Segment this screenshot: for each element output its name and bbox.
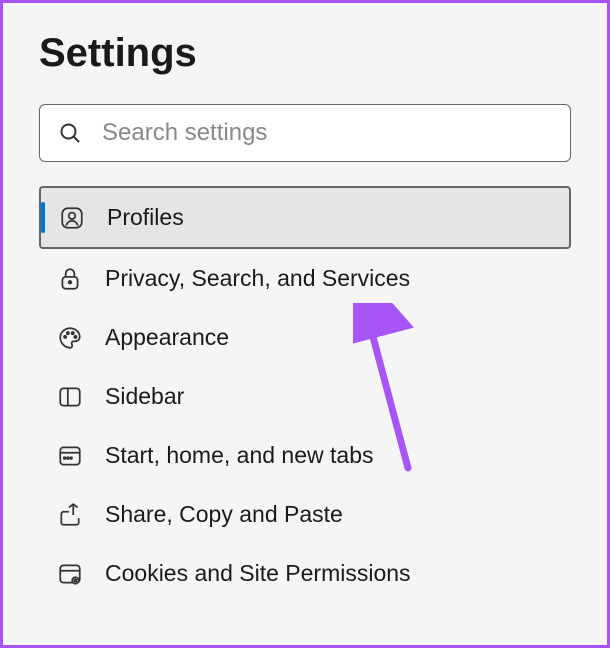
palette-icon	[57, 325, 83, 351]
search-icon	[58, 121, 82, 145]
browser-gear-icon	[57, 561, 83, 587]
nav-item-profiles[interactable]: Profiles	[39, 186, 571, 249]
profile-icon	[59, 205, 85, 231]
nav-label: Privacy, Search, and Services	[105, 265, 553, 292]
search-input[interactable]	[102, 119, 552, 147]
page-title: Settings	[39, 31, 571, 76]
window-icon	[57, 443, 83, 469]
nav-label: Start, home, and new tabs	[105, 442, 553, 469]
nav-item-cookies[interactable]: Cookies and Site Permissions	[39, 544, 571, 603]
lock-icon	[57, 266, 83, 292]
nav-item-start[interactable]: Start, home, and new tabs	[39, 426, 571, 485]
sidebar-icon	[57, 384, 83, 410]
search-box[interactable]	[39, 104, 571, 162]
share-icon	[57, 502, 83, 528]
settings-nav: Profiles Privacy, Search, and Services	[39, 186, 571, 603]
nav-label: Share, Copy and Paste	[105, 501, 553, 528]
nav-item-appearance[interactable]: Appearance	[39, 308, 571, 367]
nav-item-share[interactable]: Share, Copy and Paste	[39, 485, 571, 544]
nav-label: Profiles	[107, 204, 551, 231]
nav-item-sidebar[interactable]: Sidebar	[39, 367, 571, 426]
nav-label: Sidebar	[105, 383, 553, 410]
nav-label: Cookies and Site Permissions	[105, 560, 553, 587]
nav-item-privacy[interactable]: Privacy, Search, and Services	[39, 249, 571, 308]
nav-label: Appearance	[105, 324, 553, 351]
